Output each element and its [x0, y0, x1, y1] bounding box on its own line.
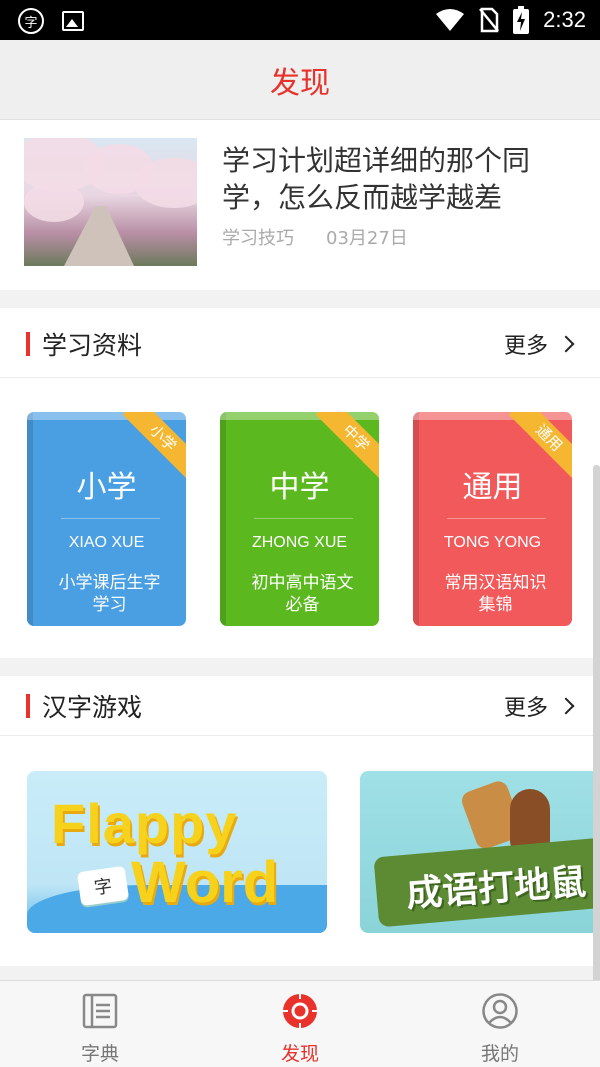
more-label: 更多 — [503, 696, 548, 721]
materials-section: 学习资料 更多 小学 小学 XIAO XUE 小学课后生字 学习 中学 中学 ZH… — [0, 308, 600, 658]
wifi-icon — [436, 9, 465, 31]
nav-label: 发现 — [280, 1043, 319, 1065]
article-thumbnail — [24, 138, 197, 266]
games-section: 汉字游戏 更多 Flappy Word 字 成语打地鼠 — [0, 676, 600, 966]
book-pinyin: TONG YONG — [443, 534, 542, 551]
compass-target-icon — [283, 994, 317, 1028]
book-middle-school[interactable]: 中学 中学 ZHONG XUE 初中高中语文 必备 — [220, 412, 379, 626]
nav-label: 我的 — [480, 1043, 519, 1065]
chevron-right-icon — [557, 335, 575, 353]
game-title-line2: Word — [131, 850, 279, 915]
book-pinyin: ZHONG XUE — [251, 534, 348, 551]
battery-charging-icon — [513, 6, 530, 34]
clock: 2:32 — [543, 7, 586, 32]
scrollbar[interactable] — [593, 465, 600, 985]
book-pinyin: XIAO XUE — [68, 534, 145, 551]
page-title: 发现 — [270, 65, 330, 101]
book-description: 常用汉语知识 集锦 — [444, 573, 547, 615]
user-icon — [482, 993, 518, 1029]
book-name: 通用 — [462, 470, 523, 505]
nav-item-discover[interactable]: 发现 — [200, 981, 400, 1067]
book-icon — [82, 993, 118, 1029]
status-bar: 字 2:32 — [0, 0, 600, 40]
book-name: 中学 — [269, 470, 330, 505]
book-primary-school[interactable]: 小学 小学 XIAO XUE 小学课后生字 学习 — [27, 412, 186, 626]
image-notification-icon — [62, 11, 84, 31]
game-title-line1: Flappy — [51, 792, 238, 855]
section-header: 汉字游戏 更多 — [0, 676, 600, 736]
section-title: 学习资料 — [42, 331, 143, 360]
article-meta: 学习技巧 03月27日 — [222, 224, 408, 250]
game-flappy-word[interactable]: Flappy Word 字 — [27, 771, 327, 933]
app-notification-icon: 字 — [18, 8, 44, 34]
app-header: 发现 — [0, 40, 600, 120]
book-description: 初中高中语文 必备 — [251, 573, 354, 615]
nav-item-dictionary[interactable]: 字典 — [0, 981, 200, 1067]
section-header: 学习资料 更多 — [0, 308, 600, 378]
book-name: 小学 — [76, 470, 137, 505]
section-title: 汉字游戏 — [42, 693, 143, 722]
featured-article[interactable]: 学习计划超详细的那个同学，怎么反而越学越差 学习技巧 03月27日 — [0, 120, 600, 290]
winged-character-icon: 字 — [76, 865, 130, 907]
book-description: 小学课后生字 学习 — [58, 573, 161, 615]
article-category: 学习技巧 — [222, 228, 294, 249]
games-more-button[interactable]: 更多 — [503, 690, 575, 722]
game-idiom-whack-a-mole[interactable]: 成语打地鼠 — [360, 771, 600, 933]
section-accent-bar — [26, 694, 30, 718]
book-general[interactable]: 通用 通用 TONG YONG 常用汉语知识 集锦 — [413, 412, 572, 626]
nav-item-mine[interactable]: 我的 — [400, 981, 600, 1067]
article-date: 03月27日 — [326, 228, 408, 249]
more-label: 更多 — [503, 334, 548, 359]
section-accent-bar — [26, 332, 30, 356]
nav-label: 字典 — [80, 1043, 119, 1065]
article-title[interactable]: 学习计划超详细的那个同学，怎么反而越学越差 — [222, 142, 572, 216]
chevron-right-icon — [557, 697, 575, 715]
materials-more-button[interactable]: 更多 — [503, 328, 575, 360]
no-sim-icon — [479, 7, 500, 33]
bottom-nav: 字典 发现 我的 — [0, 980, 600, 1067]
